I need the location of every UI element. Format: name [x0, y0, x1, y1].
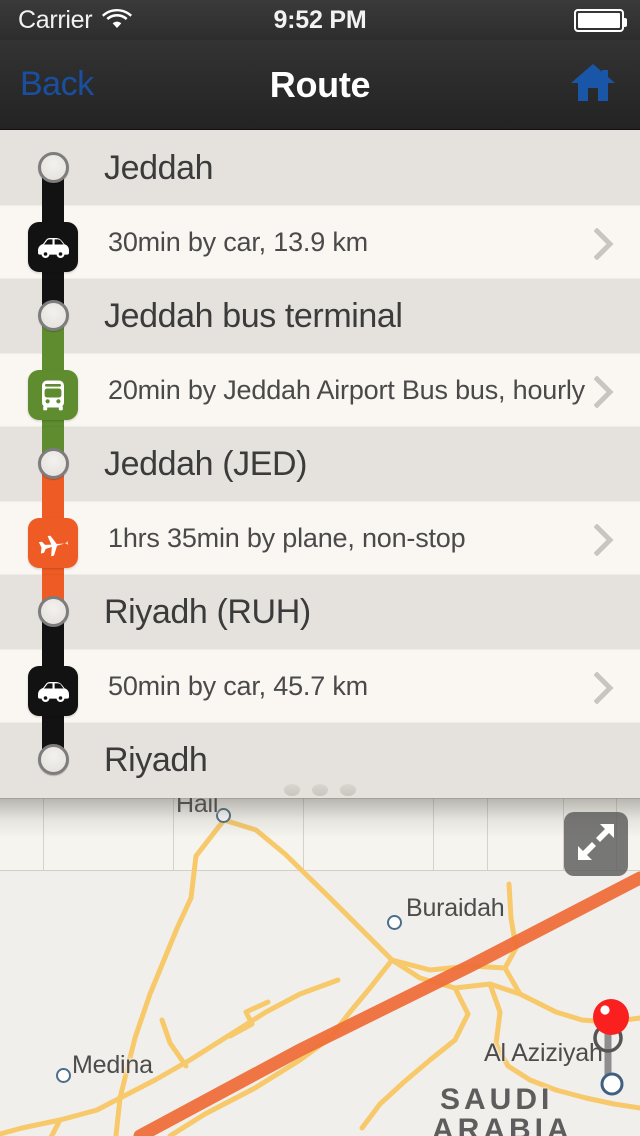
status-bar: Carrier 9:52 PM — [0, 0, 640, 40]
route-station-row[interactable]: Jeddah — [0, 131, 640, 205]
chevron-right-icon — [593, 523, 614, 561]
station-node-icon — [38, 596, 69, 627]
rail-graphic — [0, 131, 106, 205]
chevron-right-icon — [593, 227, 614, 265]
station-name: Riyadh (RUH) — [104, 592, 311, 631]
drag-dot — [284, 784, 300, 796]
route-segment-row[interactable]: 1hrs 35min by plane, non-stop — [0, 501, 640, 575]
home-icon — [570, 61, 616, 108]
segment-description: 30min by car, 13.9 km — [108, 226, 368, 257]
drag-handle-dots[interactable] — [0, 782, 640, 798]
map-pin-icon — [592, 998, 630, 1045]
rail-graphic — [0, 205, 106, 279]
rail-graphic — [0, 575, 106, 649]
station-node-icon — [38, 744, 69, 775]
station-node-icon — [38, 152, 69, 183]
map-city-dot — [387, 915, 402, 930]
chevron-right-icon — [593, 671, 614, 709]
expand-arrows-icon — [576, 822, 616, 867]
drag-dot — [312, 784, 328, 796]
route-screen: Carrier 9:52 PM Back Route Jeddah 30min … — [0, 0, 640, 1136]
car-icon — [28, 666, 78, 716]
route-segment-row[interactable]: 50min by car, 45.7 km — [0, 649, 640, 723]
route-station-row[interactable]: Jeddah bus terminal — [0, 279, 640, 353]
station-name: Jeddah bus terminal — [104, 296, 403, 335]
station-node-icon — [38, 300, 69, 331]
segment-description: 20min by Jeddah Airport Bus bus, hourly — [108, 374, 585, 405]
car-icon — [28, 222, 78, 272]
map-city-dot — [56, 1068, 71, 1083]
station-name: Riyadh — [104, 740, 208, 779]
station-name: Jeddah — [104, 148, 214, 187]
status-bar-time: 9:52 PM — [273, 5, 367, 34]
map-panel[interactable]: Hail Buraidah Medina Al Aziziyah SAUDI A… — [0, 798, 640, 1136]
battery-full-icon — [574, 8, 627, 32]
station-name: Jeddah (JED) — [104, 444, 308, 483]
segment-description: 1hrs 35min by plane, non-stop — [108, 522, 466, 553]
map-label: Hail — [176, 798, 219, 818]
plane-icon — [28, 518, 78, 568]
home-button[interactable] — [570, 61, 616, 108]
map-country-label: ARABIA — [432, 1113, 573, 1136]
map-label: Medina — [72, 1051, 153, 1079]
station-node-icon — [38, 448, 69, 479]
rail-graphic — [0, 353, 106, 427]
route-list[interactable]: Jeddah 30min by car, 13.9 km Jeddah bus … — [0, 131, 640, 798]
drag-dot — [340, 784, 356, 796]
status-bar-right — [574, 8, 627, 32]
map-country-label: SAUDI — [440, 1083, 554, 1116]
segment-description: 50min by car, 45.7 km — [108, 670, 368, 701]
route-station-row[interactable]: Jeddah (JED) — [0, 427, 640, 501]
navigation-bar: Back Route — [0, 40, 640, 130]
map-label: Buraidah — [406, 894, 505, 922]
chevron-right-icon — [593, 375, 614, 413]
page-title: Route — [269, 63, 371, 105]
rail-graphic — [0, 279, 106, 353]
bus-icon — [28, 370, 78, 420]
rail-graphic — [0, 649, 106, 723]
rail-graphic — [0, 501, 106, 575]
rail-graphic — [0, 427, 106, 501]
route-segment-row[interactable]: 30min by car, 13.9 km — [0, 205, 640, 279]
expand-map-button[interactable] — [564, 812, 628, 876]
route-segment-row[interactable]: 20min by Jeddah Airport Bus bus, hourly — [0, 353, 640, 427]
route-station-row[interactable]: Riyadh (RUH) — [0, 575, 640, 649]
